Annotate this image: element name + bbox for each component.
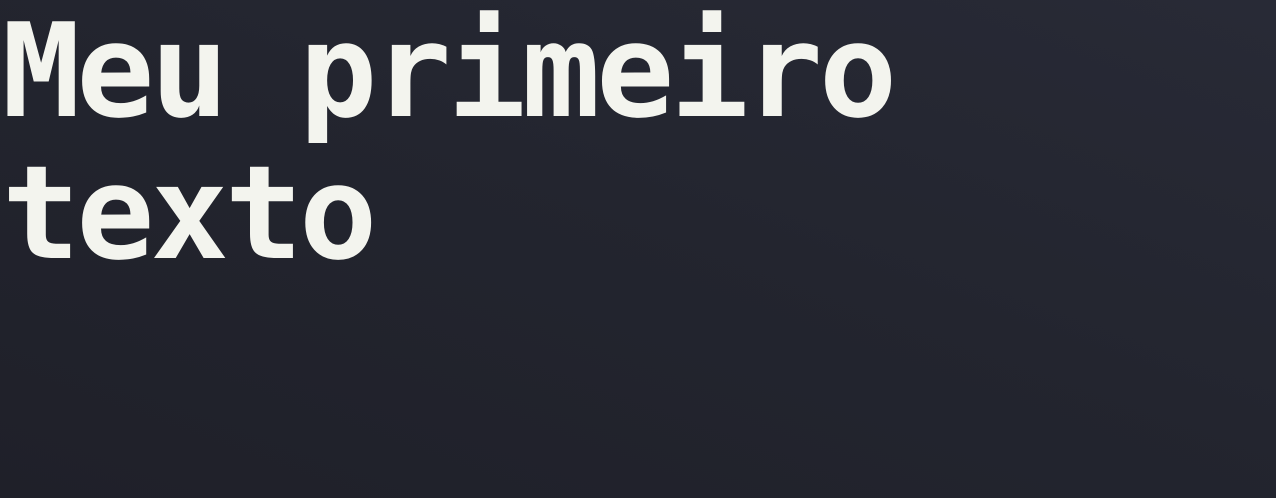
page-heading: Meu primeiro texto: [2, 0, 897, 289]
page-canvas: Meu primeiro texto: [0, 0, 1276, 498]
